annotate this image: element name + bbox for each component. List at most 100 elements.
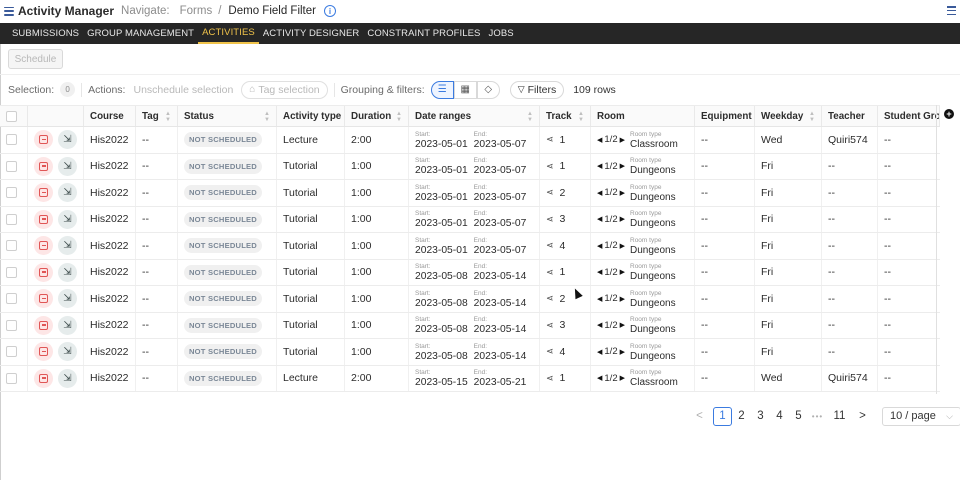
open-external-icon[interactable]: ⇲ — [58, 289, 77, 309]
share-icon[interactable]: ⋖ — [546, 267, 554, 278]
breadcrumb-forms[interactable]: Forms — [180, 5, 213, 17]
next-page-button[interactable]: > — [853, 407, 872, 426]
row-checkbox[interactable] — [6, 240, 17, 252]
unschedule-icon[interactable] — [34, 289, 53, 309]
list-icon[interactable]: ☰ — [430, 80, 454, 99]
unschedule-icon[interactable] — [34, 262, 53, 282]
table-row[interactable]: ⇲ His2022 -- NOT SCHEDULED Tutorial 1:00… — [0, 286, 940, 313]
unschedule-icon[interactable] — [34, 236, 53, 256]
open-external-icon[interactable]: ⇲ — [58, 368, 77, 388]
tab-jobs[interactable]: JOBS — [484, 23, 517, 44]
tag-selection-button[interactable]: ⌂ Tag selection — [241, 80, 328, 99]
room-next-icon[interactable]: ▶ — [620, 136, 625, 144]
hamburger-icon[interactable] — [4, 6, 14, 16]
row-checkbox[interactable] — [6, 134, 17, 146]
room-next-icon[interactable]: ▶ — [620, 189, 625, 197]
room-prev-icon[interactable]: ◀ — [597, 348, 602, 356]
share-icon[interactable]: ⋖ — [546, 187, 554, 198]
room-prev-icon[interactable]: ◀ — [597, 162, 602, 170]
table-row[interactable]: ⇲ His2022 -- NOT SCHEDULED Tutorial 1:00… — [0, 259, 940, 286]
sort-icon[interactable]: ▲ ▼ — [527, 111, 533, 123]
header-course[interactable]: Course — [84, 106, 136, 126]
open-external-icon[interactable]: ⇲ — [58, 236, 77, 256]
row-checkbox[interactable] — [6, 266, 17, 278]
page-last-button[interactable]: 11 — [830, 407, 849, 426]
header-student-group[interactable]: Student Gro — [878, 106, 940, 126]
share-icon[interactable]: ⋖ — [546, 240, 554, 251]
unschedule-icon[interactable] — [34, 368, 53, 388]
unschedule-selection-button[interactable]: Unschedule selection — [133, 84, 233, 96]
row-checkbox[interactable] — [6, 372, 17, 384]
share-icon[interactable]: ⋖ — [546, 161, 554, 172]
room-next-icon[interactable]: ▶ — [620, 348, 625, 356]
row-checkbox[interactable] — [6, 160, 17, 172]
options-menu-icon[interactable] — [947, 6, 956, 15]
table-row[interactable]: ⇲ His2022 -- NOT SCHEDULED Lecture 2:00 … — [0, 127, 940, 154]
row-checkbox[interactable] — [6, 319, 17, 331]
room-prev-icon[interactable]: ◀ — [597, 242, 602, 250]
room-next-icon[interactable]: ▶ — [620, 242, 625, 250]
tab-activities[interactable]: ACTIVITIES — [198, 23, 259, 44]
room-prev-icon[interactable]: ◀ — [597, 295, 602, 303]
header-activity-type[interactable]: Activity type — [277, 106, 345, 126]
open-external-icon[interactable]: ⇲ — [58, 209, 77, 229]
row-checkbox[interactable] — [6, 346, 17, 358]
share-icon[interactable]: ⋖ — [546, 320, 554, 331]
add-column-icon[interactable]: + — [944, 109, 954, 119]
page-1-button[interactable]: 1 — [713, 406, 732, 426]
unschedule-icon[interactable] — [34, 130, 53, 150]
header-status[interactable]: Status ▲ ▼ — [178, 106, 277, 126]
open-external-icon[interactable]: ⇲ — [58, 262, 77, 282]
header-track[interactable]: Track ▲ ▼ — [540, 106, 591, 126]
room-next-icon[interactable]: ▶ — [620, 268, 625, 276]
room-prev-icon[interactable]: ◀ — [597, 374, 602, 382]
open-external-icon[interactable]: ⇲ — [58, 156, 77, 176]
sort-icon[interactable]: ▲ ▼ — [396, 111, 402, 123]
open-external-icon[interactable]: ⇲ — [58, 183, 77, 203]
header-room[interactable]: Room — [591, 106, 695, 126]
share-icon[interactable]: ⋖ — [546, 346, 554, 357]
select-all-checkbox[interactable] — [6, 110, 17, 122]
share-icon[interactable]: ⋖ — [546, 293, 554, 304]
header-date-ranges[interactable]: Date ranges ▲ ▼ — [409, 106, 540, 126]
page-ellipsis[interactable]: ••• — [808, 407, 827, 426]
room-prev-icon[interactable]: ◀ — [597, 321, 602, 329]
open-external-icon[interactable]: ⇲ — [58, 130, 77, 150]
share-icon[interactable]: ⋖ — [546, 134, 554, 145]
header-duration[interactable]: Duration ▲ ▼ — [345, 106, 409, 126]
page-5-button[interactable]: 5 — [789, 407, 808, 426]
page-size-select[interactable]: 10 / page ⌵ — [882, 406, 960, 426]
row-checkbox[interactable] — [6, 213, 17, 225]
tag-icon[interactable]: ◇ — [476, 80, 500, 99]
page-4-button[interactable]: 4 — [770, 407, 789, 426]
filters-button[interactable]: ▽ Filters — [509, 80, 565, 99]
room-next-icon[interactable]: ▶ — [620, 321, 625, 329]
unschedule-icon[interactable] — [34, 209, 53, 229]
row-checkbox[interactable] — [6, 293, 17, 305]
info-icon[interactable]: i — [323, 5, 336, 17]
calendar-icon[interactable]: ▦ — [453, 80, 477, 99]
sort-icon[interactable]: ▲ ▼ — [809, 111, 815, 123]
share-icon[interactable]: ⋖ — [546, 214, 554, 225]
table-row[interactable]: ⇲ His2022 -- NOT SCHEDULED Tutorial 1:00… — [0, 339, 940, 366]
table-row[interactable]: ⇲ His2022 -- NOT SCHEDULED Tutorial 1:00… — [0, 233, 940, 260]
tab-activity-designer[interactable]: ACTIVITY DESIGNER — [259, 23, 364, 44]
header-tag[interactable]: Tag ▲ ▼ — [136, 106, 178, 126]
sort-icon[interactable]: ▲ ▼ — [264, 111, 270, 123]
table-row[interactable]: ⇲ His2022 -- NOT SCHEDULED Lecture 2:00 … — [0, 365, 940, 392]
header-weekday[interactable]: Weekday ▲ ▼ — [755, 106, 822, 126]
schedule-button[interactable]: Schedule — [8, 49, 63, 69]
share-icon[interactable]: ⋖ — [546, 373, 554, 384]
open-external-icon[interactable]: ⇲ — [58, 315, 77, 335]
room-next-icon[interactable]: ▶ — [620, 295, 625, 303]
sort-icon[interactable]: ▲ ▼ — [578, 111, 584, 123]
room-next-icon[interactable]: ▶ — [620, 374, 625, 382]
unschedule-icon[interactable] — [34, 315, 53, 335]
prev-page-button[interactable]: < — [690, 407, 709, 426]
room-prev-icon[interactable]: ◀ — [597, 215, 602, 223]
table-row[interactable]: ⇲ His2022 -- NOT SCHEDULED Tutorial 1:00… — [0, 206, 940, 233]
page-3-button[interactable]: 3 — [751, 407, 770, 426]
room-prev-icon[interactable]: ◀ — [597, 268, 602, 276]
tab-submissions[interactable]: SUBMISSIONS — [8, 23, 83, 44]
table-row[interactable]: ⇲ His2022 -- NOT SCHEDULED Tutorial 1:00… — [0, 312, 940, 339]
